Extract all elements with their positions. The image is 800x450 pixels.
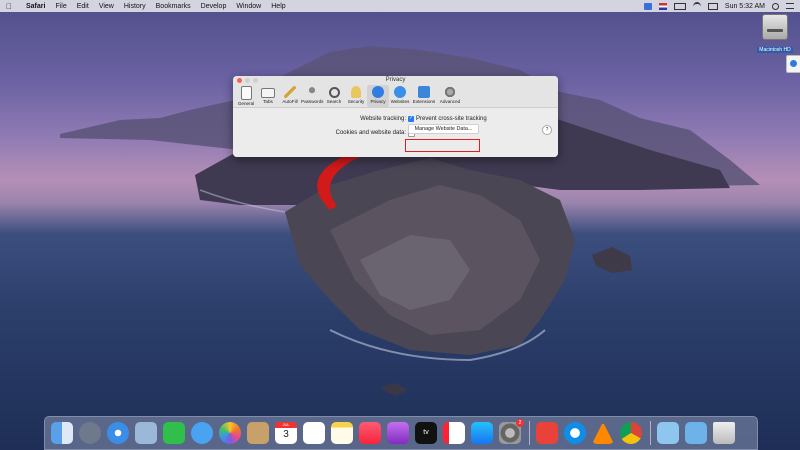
window-title: Privacy xyxy=(385,77,406,83)
podcasts-icon[interactable] xyxy=(387,422,409,444)
autofill-icon xyxy=(284,86,296,98)
flag-icon[interactable] xyxy=(658,2,667,10)
music-icon[interactable] xyxy=(359,422,381,444)
tab-security-label: Security xyxy=(347,99,365,104)
menu-develop[interactable]: Develop xyxy=(201,3,227,10)
menu-file[interactable]: File xyxy=(55,3,66,10)
tab-autofill-label: AutoFill xyxy=(282,99,298,104)
tab-tabs-label: Tabs xyxy=(263,99,273,104)
window-titlebar: Privacy xyxy=(233,76,558,85)
highlight-box xyxy=(405,139,480,152)
tab-general[interactable]: General xyxy=(235,85,257,107)
tab-search-label: Search xyxy=(326,99,342,104)
dock-separator xyxy=(529,421,530,445)
system-preferences-icon[interactable]: 2 xyxy=(499,419,524,444)
tab-websites-label: Websites xyxy=(390,99,410,104)
tab-privacy-label: Privacy xyxy=(370,99,386,104)
menu-history[interactable]: History xyxy=(124,3,146,10)
facetime-icon[interactable] xyxy=(163,422,185,444)
hard-drive-icon xyxy=(762,14,788,40)
menu-app-name[interactable]: Safari xyxy=(26,3,45,10)
prevent-tracking-checkbox[interactable] xyxy=(408,115,414,122)
cookies-label: Cookies and website data: xyxy=(335,130,406,136)
privacy-icon xyxy=(372,86,384,98)
teamviewer-status-icon[interactable] xyxy=(643,2,652,10)
status-area: Sun 5:32 AM xyxy=(643,0,794,12)
vlc-icon[interactable] xyxy=(592,422,614,444)
control-menu-icon[interactable] xyxy=(786,3,794,9)
tab-extensions[interactable]: Extensions xyxy=(411,85,437,107)
anydesk-icon[interactable] xyxy=(536,422,558,444)
menu-window[interactable]: Window xyxy=(236,3,261,10)
teamviewer-icon xyxy=(790,60,797,67)
airplay-icon[interactable] xyxy=(707,2,718,10)
safari-preferences-window: Privacy General Tabs AutoFill Passwords … xyxy=(233,76,558,157)
menu-clock[interactable]: Sun 5:32 AM xyxy=(725,3,765,10)
calendar-day: 3 xyxy=(283,429,289,440)
search-icon xyxy=(328,87,340,98)
privacy-pane: Website tracking: Prevent cross-site tra… xyxy=(233,108,558,157)
teamviewer-icon[interactable] xyxy=(564,422,586,444)
website-tracking-label: Website tracking: xyxy=(360,116,406,122)
tab-advanced[interactable]: Advanced xyxy=(437,85,463,107)
passwords-icon xyxy=(306,86,318,98)
macintosh-hd-disk[interactable]: Macintosh HD xyxy=(757,14,793,53)
calendar-month: JUL xyxy=(275,422,297,428)
appletv-label: tv xyxy=(423,429,429,436)
tab-advanced-label: Advanced xyxy=(439,99,461,104)
battery-icon[interactable] xyxy=(673,2,686,10)
help-button[interactable]: ? xyxy=(542,125,552,135)
menu-bookmarks[interactable]: Bookmarks xyxy=(156,3,191,10)
contacts-icon[interactable] xyxy=(247,422,269,444)
dock: JUL 3 tv 2 xyxy=(44,416,758,450)
tab-passwords-label: Passwords xyxy=(301,99,324,104)
advanced-icon xyxy=(444,86,456,98)
security-icon xyxy=(351,86,361,98)
tab-search[interactable]: Search xyxy=(323,85,345,107)
spotlight-search-icon[interactable] xyxy=(772,2,779,10)
tab-extensions-label: Extensions xyxy=(412,99,436,104)
tab-autofill[interactable]: AutoFill xyxy=(279,85,301,107)
downloads-folder-icon[interactable] xyxy=(685,422,707,444)
tab-security[interactable]: Security xyxy=(345,85,367,107)
appletv-icon[interactable]: tv xyxy=(415,422,437,444)
extensions-icon xyxy=(418,86,430,98)
app-store-icon[interactable] xyxy=(471,422,493,444)
prevent-tracking-option[interactable]: Prevent cross-site tracking xyxy=(416,116,487,122)
wifi-icon[interactable] xyxy=(692,1,701,11)
messages-icon[interactable] xyxy=(191,422,213,444)
disk-label: Macintosh HD xyxy=(757,47,793,53)
news-icon[interactable] xyxy=(443,422,465,444)
tabs-icon xyxy=(261,88,275,98)
photos-icon[interactable] xyxy=(219,422,241,444)
tab-privacy[interactable]: Privacy xyxy=(367,85,389,107)
general-icon xyxy=(240,86,252,100)
preferences-toolbar: General Tabs AutoFill Passwords Search S… xyxy=(233,85,558,108)
dock-separator-2 xyxy=(650,421,651,445)
websites-icon xyxy=(394,86,406,98)
finder-icon[interactable] xyxy=(51,422,73,444)
menu-help[interactable]: Help xyxy=(271,3,285,10)
menu-view[interactable]: View xyxy=(99,3,114,10)
menu-bar:  Safari File Edit View History Bookmark… xyxy=(0,0,800,12)
menu-edit[interactable]: Edit xyxy=(77,3,89,10)
chrome-icon[interactable] xyxy=(620,422,642,444)
trash-icon[interactable] xyxy=(713,422,735,444)
preview-icon[interactable] xyxy=(135,422,157,444)
island-landscape xyxy=(60,46,760,396)
notes-icon[interactable] xyxy=(331,422,353,444)
launchpad-icon[interactable] xyxy=(79,422,101,444)
system-preferences-badge: 2 xyxy=(516,419,524,427)
tab-tabs[interactable]: Tabs xyxy=(257,85,279,107)
calendar-icon[interactable]: JUL 3 xyxy=(275,422,297,444)
tab-passwords[interactable]: Passwords xyxy=(301,85,323,107)
apple-menu-icon[interactable]:  xyxy=(6,2,16,11)
folder-icon[interactable] xyxy=(657,422,679,444)
teamviewer-side-tab[interactable] xyxy=(786,55,800,73)
tab-websites[interactable]: Websites xyxy=(389,85,411,107)
manage-website-data-button[interactable]: Manage Website Data... xyxy=(408,124,479,134)
reminders-icon[interactable] xyxy=(303,422,325,444)
safari-icon[interactable] xyxy=(107,422,129,444)
tab-general-label: General xyxy=(237,101,255,106)
